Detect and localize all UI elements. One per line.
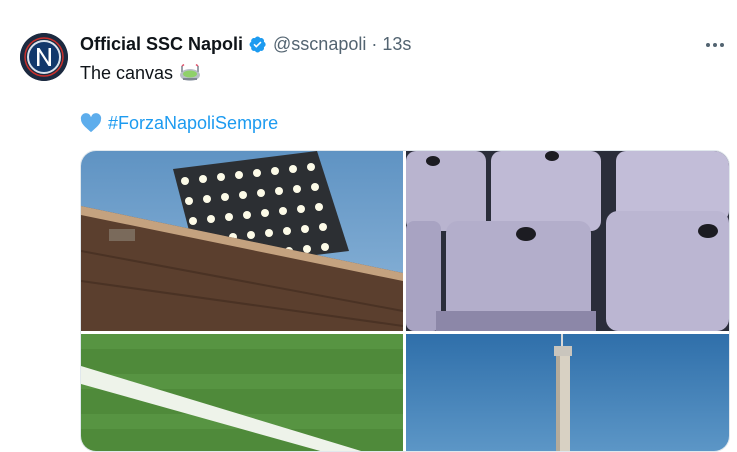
stadium-emoji-icon (179, 63, 201, 82)
separator-dot: · (371, 33, 378, 54)
floodlights-photo[interactable] (81, 151, 403, 331)
hashtag-line: #ForzaNapoliSempre (80, 112, 278, 134)
blue-heart-icon (80, 113, 102, 133)
tweet[interactable]: Official SSC Napoli @sscnapoli · 13s The… (0, 0, 737, 452)
tweet-text-content: The canvas (80, 63, 174, 83)
tower-photo[interactable] (406, 334, 729, 451)
display-name[interactable]: Official SSC Napoli (80, 34, 243, 55)
media-grid (80, 150, 730, 452)
more-options-button[interactable] (700, 33, 730, 57)
tweet-header: Official SSC Napoli @sscnapoli · 13s (80, 33, 411, 55)
hashtag-link[interactable]: #ForzaNapoliSempre (108, 112, 278, 134)
more-options-icon (706, 43, 724, 47)
pitch-grass-photo[interactable] (81, 334, 403, 451)
napoli-logo-icon (20, 33, 68, 81)
tweet-text: The canvas (80, 62, 201, 84)
user-handle[interactable]: @sscnapoli (273, 34, 366, 55)
verified-badge-icon[interactable] (248, 35, 267, 54)
timestamp[interactable]: 13s (382, 34, 411, 55)
avatar[interactable] (20, 33, 68, 81)
stadium-seats-photo[interactable] (406, 151, 729, 331)
